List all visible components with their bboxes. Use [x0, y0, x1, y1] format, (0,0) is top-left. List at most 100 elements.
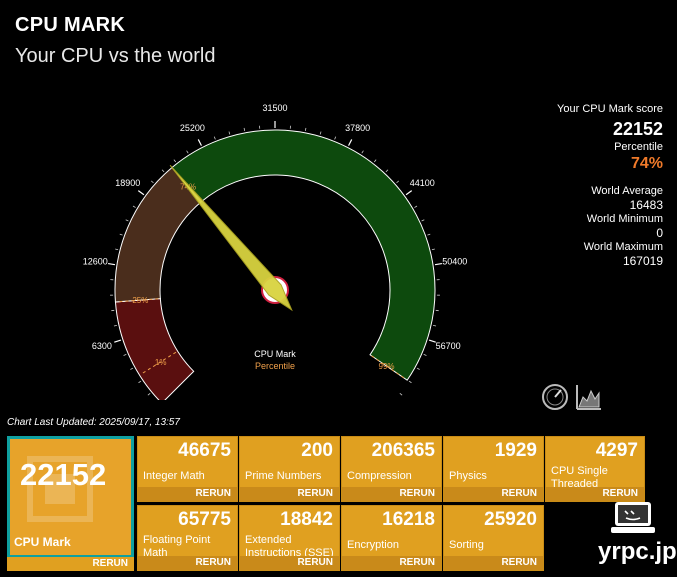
gauge-minor-tick: [228, 131, 231, 135]
cpu-single-threaded-tile[interactable]: 4297 CPU Single Threaded RERUN: [545, 436, 645, 502]
gauge-tick: [434, 262, 443, 266]
percentile-marker-label: 99%: [379, 362, 395, 371]
encryption-rerun-button[interactable]: RERUN: [342, 556, 441, 570]
gauge-minor-tick: [421, 219, 425, 222]
gauge-scale-label: 6300: [92, 341, 112, 351]
integer-math-rerun-button[interactable]: RERUN: [138, 487, 237, 501]
gauge-tick: [405, 190, 413, 196]
cpu-mark-rerun-button[interactable]: RERUN: [7, 557, 134, 571]
compression-label: Compression: [347, 470, 412, 482]
gauge-minor-tick: [243, 127, 246, 131]
percentile-marker-label: 25%: [132, 296, 148, 305]
gauge-minor-tick: [213, 136, 216, 140]
page-subtitle: Your CPU vs the world: [15, 45, 216, 67]
gauge-minor-tick: [414, 205, 418, 208]
gauge-minor-tick: [334, 136, 337, 140]
encryption-value: 16218: [382, 509, 435, 530]
world-minimum-value: 0: [656, 226, 663, 240]
cpu-single-threaded-value: 4297: [595, 440, 638, 461]
gauge-minor-tick: [147, 392, 151, 396]
gauge-scale-label: 56700: [436, 341, 461, 351]
laptop-mascot-icon: [611, 502, 655, 533]
prime-numbers-tile[interactable]: 200 Prime Numbers RERUN: [239, 436, 340, 502]
world-average-value: 16483: [629, 198, 663, 212]
encryption-label: Encryption: [347, 539, 399, 551]
gauge-scale-label: 18900: [115, 178, 140, 188]
gauge-minor-tick: [115, 248, 119, 251]
sorting-tile[interactable]: 25920 Sorting RERUN: [443, 505, 544, 571]
world-minimum-label: World Minimum: [586, 213, 663, 225]
gauge-tick: [137, 190, 145, 196]
gauge-minor-tick: [427, 233, 431, 236]
gauge-minor-tick: [399, 392, 403, 396]
gauge-minor-tick: [113, 324, 117, 327]
gauge-minor-tick: [431, 248, 435, 251]
floating-point-math-tile[interactable]: 65775 Floating Point Math RERUN: [137, 505, 238, 571]
cpu-mark-value: 22152: [20, 457, 107, 492]
physics-tile[interactable]: 1929 Physics RERUN: [443, 436, 544, 502]
cpu-mark-label: CPU Mark: [14, 535, 71, 549]
gauge-minor-tick: [396, 180, 400, 184]
cpu-mark-tile[interactable]: 22152 CPU Mark RERUN: [7, 436, 134, 571]
speedometer-icon[interactable]: [541, 383, 569, 411]
physics-label: Physics: [449, 470, 487, 482]
gauge-minor-tick: [161, 169, 165, 173]
extended-instructions-value: 18842: [280, 509, 333, 530]
gauge-minor-tick: [361, 150, 364, 154]
cpu-mark-gauge: 0630012600189002520031500378004410050400…: [83, 103, 467, 400]
gauge-scale-label: 50400: [442, 257, 467, 267]
gauge-minor-tick: [138, 380, 142, 384]
gauge-scale-label: 37800: [345, 123, 370, 133]
world-maximum-label: World Maximum: [583, 241, 663, 253]
floating-point-math-rerun-button[interactable]: RERUN: [138, 556, 237, 570]
gauge-band-low: [114, 298, 195, 400]
integer-math-label: Integer Math: [143, 470, 205, 482]
percentile-value: 74%: [630, 155, 663, 172]
gauge-scale-label: 31500: [262, 103, 287, 113]
gauge-tick: [348, 139, 353, 146]
gauge-scale-label: 44100: [410, 178, 435, 188]
logo-text: yrpc.jp: [598, 538, 677, 565]
gauge-minor-tick: [423, 353, 427, 356]
gauge-minor-tick: [186, 150, 189, 154]
sorting-label: Sorting: [449, 539, 484, 551]
sorting-rerun-button[interactable]: RERUN: [444, 556, 543, 570]
gauge-tick: [107, 262, 116, 266]
gauge-band-high: [171, 129, 436, 381]
encryption-tile[interactable]: 16218 Encryption RERUN: [341, 505, 442, 571]
compression-tile[interactable]: 206365 Compression RERUN: [341, 436, 442, 502]
gauge-minor-tick: [304, 127, 307, 131]
integer-math-value: 46675: [178, 440, 231, 461]
gauge-scale-label: 12600: [83, 257, 108, 267]
floating-point-math-value: 65775: [178, 509, 231, 530]
chart-icon[interactable]: [575, 383, 603, 411]
gauge-minor-tick: [373, 159, 377, 163]
chart-updated-text: Chart Last Updated: 2025/09/17, 13:57: [7, 417, 180, 428]
gauge-minor-tick: [123, 353, 127, 356]
gauge-tick: [197, 139, 202, 146]
compression-rerun-button[interactable]: RERUN: [342, 487, 441, 501]
prime-numbers-rerun-button[interactable]: RERUN: [240, 487, 339, 501]
extended-instructions-tile[interactable]: 18842 Extended Instructions (SSE) RERUN: [239, 505, 340, 571]
gauge-scale-label: 25200: [180, 123, 205, 133]
gauge-center-sublabel: Percentile: [255, 361, 295, 371]
gauge-minor-tick: [433, 324, 437, 327]
integer-math-tile[interactable]: 46675 Integer Math RERUN: [137, 436, 238, 502]
extended-instructions-rerun-button[interactable]: RERUN: [240, 556, 339, 570]
physics-value: 1929: [494, 440, 537, 461]
gauge-minor-tick: [408, 380, 412, 384]
gauge-minor-tick: [130, 367, 134, 370]
cpu-single-threaded-rerun-button[interactable]: RERUN: [546, 487, 644, 501]
gauge-minor-tick: [319, 131, 322, 135]
physics-rerun-button[interactable]: RERUN: [444, 487, 543, 501]
site-logo: yrpc.jp: [598, 500, 677, 570]
world-maximum-value: 167019: [622, 254, 663, 268]
score-panel: Your CPU Mark score 22152 Percentile 74%…: [557, 102, 663, 268]
compression-value: 206365: [371, 440, 435, 461]
prime-numbers-label: Prime Numbers: [245, 470, 322, 482]
gauge-needle: [169, 164, 293, 312]
gauge-minor-tick: [150, 180, 154, 184]
prime-numbers-value: 200: [301, 440, 333, 461]
gauge-minor-tick: [119, 233, 123, 236]
gauge-minor-tick: [132, 205, 136, 208]
